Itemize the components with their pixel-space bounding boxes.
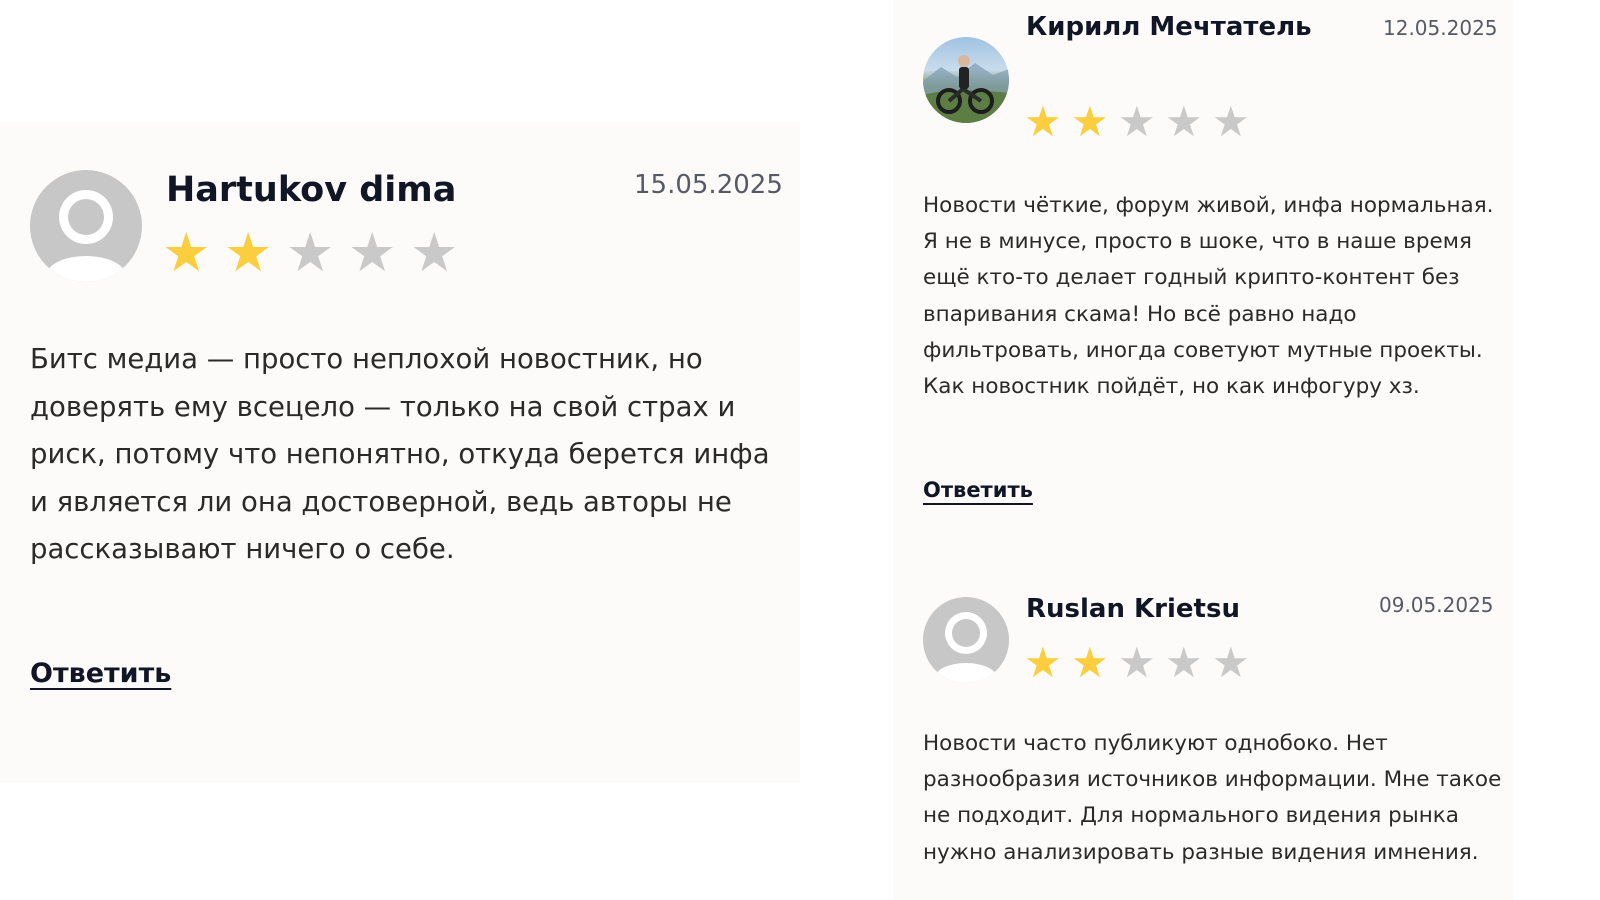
rating-stars: ★ ★ ★ ★ ★ xyxy=(1024,642,1259,684)
review-date: 12.05.2025 xyxy=(1383,16,1498,40)
star-icon: ★ xyxy=(1118,638,1156,687)
rating-stars: ★ ★ ★ ★ ★ xyxy=(162,226,472,280)
review-text: Новости часто публикуют однобоко. Нет ра… xyxy=(923,731,1502,865)
rating-stars: ★ ★ ★ ★ ★ xyxy=(1024,101,1259,143)
star-icon: ★ xyxy=(1212,638,1250,687)
star-icon: ★ xyxy=(286,221,335,284)
star-icon: ★ xyxy=(348,221,397,284)
star-icon: ★ xyxy=(1024,97,1062,146)
star-icon: ★ xyxy=(1118,97,1156,146)
star-icon: ★ xyxy=(410,221,459,284)
reviews-column-right: Кирилл Мечтатель 12.05.2025 ★ ★ ★ ★ ★ Новост… xyxy=(893,0,1513,900)
review-author-name: Hartukov dima xyxy=(166,170,457,210)
star-icon: ★ xyxy=(1071,97,1109,146)
reply-link[interactable]: Ответить xyxy=(30,658,171,689)
user-photo-avatar xyxy=(923,37,1009,123)
star-icon: ★ xyxy=(1212,97,1250,146)
default-avatar-icon xyxy=(30,170,142,282)
photo-avatar-icon xyxy=(923,55,1009,123)
review-card-hartukov: Hartukov dima 15.05.2025 ★ ★ ★ ★ ★ Битс меди… xyxy=(0,122,800,783)
review-text: Новости чёткие, форум живой, инфа нормал… xyxy=(923,193,1494,400)
review-author-name: Ruslan Krietsu xyxy=(1026,594,1240,624)
star-icon: ★ xyxy=(1165,638,1203,687)
star-icon: ★ xyxy=(162,221,211,284)
star-icon: ★ xyxy=(1071,638,1109,687)
reply-link[interactable]: Ответить xyxy=(923,478,1033,502)
review-text: Битс медиа — просто неплохой новостник, … xyxy=(30,343,770,565)
star-icon: ★ xyxy=(1165,97,1203,146)
star-icon: ★ xyxy=(1024,638,1062,687)
review-author-name: Кирилл Мечтатель xyxy=(1026,12,1312,42)
default-avatar-icon xyxy=(923,597,1009,683)
review-date: 09.05.2025 xyxy=(1379,593,1494,617)
star-icon: ★ xyxy=(224,221,273,284)
review-date: 15.05.2025 xyxy=(634,170,783,200)
